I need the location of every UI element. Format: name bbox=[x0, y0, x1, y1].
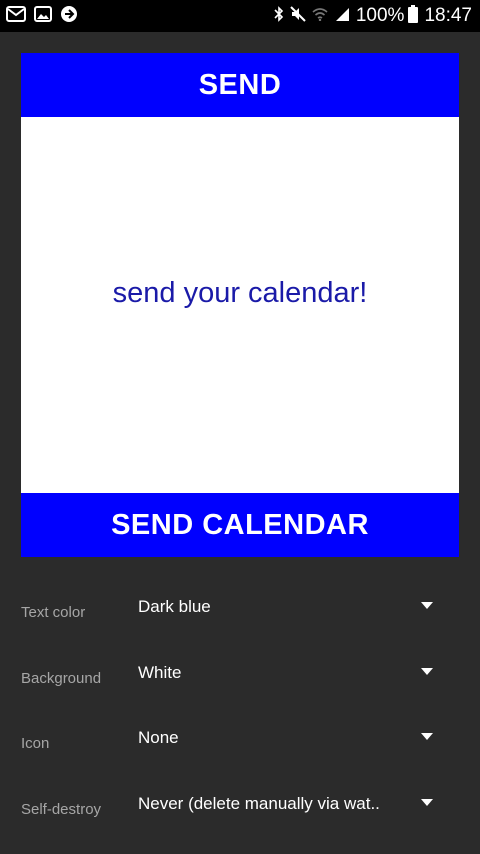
dropdown-arrow-icon bbox=[421, 798, 433, 806]
setting-icon: Icon None bbox=[0, 711, 480, 777]
widget-preview: SEND send your calendar! SEND CALENDAR bbox=[21, 53, 459, 557]
setting-value: White bbox=[138, 662, 182, 682]
setting-label: Background bbox=[21, 669, 102, 687]
icon-dropdown[interactable]: None bbox=[138, 711, 454, 761]
wifi-icon bbox=[312, 7, 328, 26]
setting-background: Background White bbox=[0, 646, 480, 712]
gallery-icon bbox=[34, 5, 52, 27]
setting-text-color: Text color Dark blue bbox=[0, 580, 480, 646]
setting-label: Icon bbox=[21, 735, 50, 752]
status-bar: 100% 18:47 bbox=[0, 0, 480, 32]
signal-icon bbox=[334, 6, 350, 27]
send-calendar-button[interactable]: SEND CALENDAR bbox=[21, 493, 459, 557]
dropdown-arrow-icon bbox=[421, 667, 433, 675]
setting-value: Dark blue bbox=[138, 597, 211, 616]
setting-self-destroy: Self-destroy Never (delete manually via … bbox=[0, 777, 480, 843]
dropdown-arrow-icon bbox=[421, 733, 433, 740]
sync-icon bbox=[60, 5, 78, 28]
battery-icon bbox=[408, 4, 419, 28]
settings-list: Text color Dark blue Background White Ic… bbox=[0, 580, 480, 842]
preview-message: send your calendar! bbox=[112, 277, 368, 309]
setting-value: Never (delete manually via wat.. bbox=[138, 793, 380, 813]
clock: 18:47 bbox=[424, 5, 472, 26]
text-color-dropdown[interactable]: Dark blue bbox=[138, 580, 454, 630]
setting-label: Text color bbox=[21, 604, 86, 621]
self-destroy-dropdown[interactable]: Never (delete manually via wat.. bbox=[138, 777, 454, 827]
battery-percent: 100% bbox=[355, 5, 405, 26]
gmail-icon bbox=[6, 5, 26, 27]
setting-value: None bbox=[138, 728, 179, 747]
send-header-button[interactable]: SEND bbox=[21, 53, 459, 117]
mute-icon bbox=[290, 5, 306, 27]
setting-label: Self-destroy bbox=[21, 800, 102, 818]
background-dropdown[interactable]: White bbox=[138, 646, 454, 696]
dropdown-arrow-icon bbox=[421, 602, 433, 609]
bluetooth-icon bbox=[274, 5, 284, 27]
